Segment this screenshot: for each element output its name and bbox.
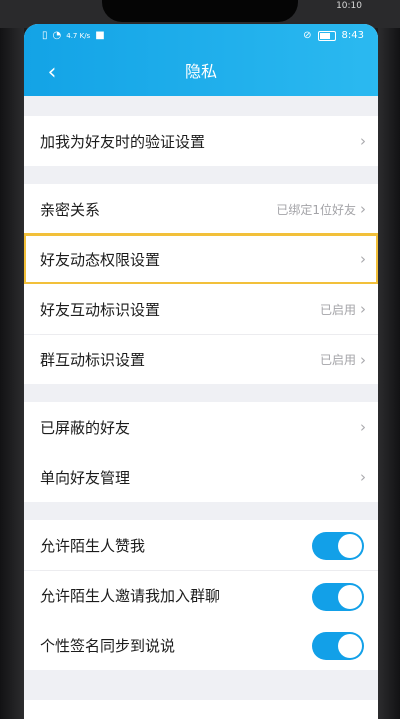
row-label: 好友互动标识设置 bbox=[40, 300, 161, 319]
toggle-knob bbox=[338, 634, 362, 658]
nav-bar: ‹ 隐私 bbox=[24, 50, 378, 94]
verify-settings-row[interactable]: 加我为好友时的验证设置 › bbox=[24, 116, 378, 166]
outer-clock: 10:10 bbox=[336, 1, 362, 11]
toggle-knob bbox=[338, 534, 362, 558]
toggle-knob bbox=[338, 585, 362, 609]
row-label: 加我为好友时的验证设置 bbox=[40, 132, 206, 151]
chevron-right-icon: › bbox=[360, 250, 366, 268]
stranger-invite-toggle[interactable] bbox=[312, 583, 364, 611]
chevron-right-icon: › bbox=[360, 468, 366, 486]
phone-notch bbox=[102, 0, 298, 22]
chevron-left-icon: ‹ bbox=[47, 59, 57, 85]
stranger-like-toggle[interactable] bbox=[312, 532, 364, 560]
intimate-relation-row[interactable]: 亲密关系 已绑定1位好友 › bbox=[24, 184, 378, 234]
sim-icon: ▯ bbox=[42, 30, 48, 41]
row-label: 已屏蔽的好友 bbox=[40, 418, 131, 437]
chevron-right-icon: › bbox=[360, 300, 366, 318]
stranger-invite-row: 允许陌生人邀请我加入群聊 bbox=[24, 571, 378, 620]
wifi-icon: ◔ bbox=[52, 30, 62, 41]
row-label: 群互动标识设置 bbox=[40, 351, 146, 369]
back-button[interactable]: ‹ bbox=[34, 54, 70, 90]
row-label: 单向好友管理 bbox=[40, 468, 131, 487]
page-title: 隐私 bbox=[184, 62, 217, 81]
phone-bezel-left bbox=[0, 0, 24, 719]
row-label: 允许陌生人邀请我加入群聊 bbox=[40, 587, 221, 605]
row-label: 允许陌生人赞我 bbox=[40, 536, 146, 555]
status-time: 8:43 bbox=[341, 30, 364, 41]
row-value: 已启用 bbox=[319, 353, 356, 367]
chevron-right-icon: › bbox=[360, 132, 366, 150]
notification-icon: ■ bbox=[95, 30, 105, 41]
chevron-right-icon: › bbox=[360, 200, 366, 218]
row-value: 已启用 bbox=[319, 302, 356, 317]
row-value: 已绑定1位好友 bbox=[276, 202, 356, 217]
row-label: 亲密关系 bbox=[40, 200, 101, 219]
battery-icon bbox=[317, 31, 336, 41]
chevron-right-icon: › bbox=[360, 350, 366, 369]
status-right: ⊘ 8:43 bbox=[303, 24, 364, 48]
phone-screen: ▯ ◔ 4.7 K/s ■ ⊘ 8:43 ‹ 隐私 加我为好友时的验证设置 › … bbox=[24, 24, 378, 719]
row-label: 好友动态权限设置 bbox=[40, 250, 161, 269]
chevron-right-icon: › bbox=[360, 418, 366, 436]
network-speed: 4.7 K/s bbox=[66, 32, 91, 40]
signature-sync-toggle[interactable] bbox=[312, 632, 364, 660]
blocked-friends-row[interactable]: 已屏蔽的好友 › bbox=[24, 402, 378, 452]
friend-interaction-row[interactable]: 好友互动标识设置 已启用 › bbox=[24, 284, 378, 334]
status-left: ▯ ◔ 4.7 K/s ■ bbox=[42, 24, 105, 48]
next-section-row bbox=[24, 700, 378, 719]
mute-icon: ⊘ bbox=[303, 30, 312, 41]
phone-bezel-right bbox=[378, 0, 400, 719]
status-bar: ▯ ◔ 4.7 K/s ■ ⊘ 8:43 bbox=[24, 24, 378, 48]
stranger-like-row: 允许陌生人赞我 bbox=[24, 520, 378, 570]
feed-permission-row[interactable]: 好友动态权限设置 › bbox=[24, 233, 378, 285]
oneway-friends-row[interactable]: 单向好友管理 › bbox=[24, 452, 378, 502]
app-header: ▯ ◔ 4.7 K/s ■ ⊘ 8:43 ‹ 隐私 bbox=[24, 24, 378, 96]
signature-sync-row: 个性签名同步到说说 bbox=[24, 620, 378, 670]
row-label: 个性签名同步到说说 bbox=[40, 636, 176, 655]
group-interaction-row[interactable]: 群互动标识设置 已启用 › bbox=[24, 335, 378, 384]
